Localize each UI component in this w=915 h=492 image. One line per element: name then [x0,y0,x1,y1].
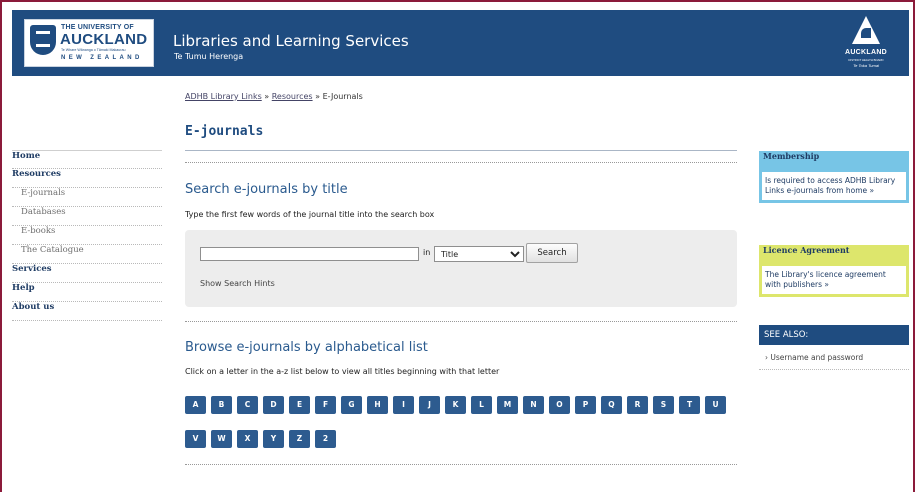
logo-line-4: NEW ZEALAND [61,55,143,61]
nav-item-help[interactable]: Help [12,283,162,302]
licence-link[interactable]: The Library's licence agreement with pub… [762,266,906,294]
nav-item-home[interactable]: Home [12,150,162,169]
journal-search-input[interactable] [200,247,419,261]
search-button[interactable]: Search [526,243,578,263]
adhb-logo[interactable]: AUCKLAND DISTRICT HEALTH BOARD Te Toka T… [833,16,899,72]
licence-title: Licence Agreement [763,245,850,255]
section-divider [185,162,737,163]
username-and-password-link[interactable]: › Username and password [765,353,863,362]
az-letter-y-button[interactable]: Y [263,430,284,448]
az-letter-t-button[interactable]: T [679,396,700,414]
az-letter-m-button[interactable]: M [497,396,518,414]
adhb-logo-name: AUCKLAND [844,49,888,56]
breadcrumb-resources[interactable]: Resources [272,92,313,101]
university-crest-icon [30,25,56,55]
az-letter-f-button[interactable]: F [315,396,336,414]
title-divider [185,150,737,151]
az-letter-2-button[interactable]: 2 [315,430,336,448]
breadcrumb-separator: » [312,92,323,101]
az-letter-c-button[interactable]: C [237,396,258,414]
see-also-divider [759,369,909,370]
az-letter-a-button[interactable]: A [185,396,206,414]
membership-link[interactable]: Is required to access ADHB Library Links… [762,172,906,200]
az-letter-b-button[interactable]: B [211,396,232,414]
membership-box: Membership Is required to access ADHB Li… [759,151,909,203]
breadcrumb-separator: » [261,92,272,101]
page-title: E-journals [185,124,264,139]
az-letter-x-button[interactable]: X [237,430,258,448]
az-letter-z-button[interactable]: Z [289,430,310,448]
az-letter-j-button[interactable]: J [419,396,440,414]
search-heading: Search e-journals by title [185,182,348,197]
az-letter-u-button[interactable]: U [705,396,726,414]
az-letter-l-button[interactable]: L [471,396,492,414]
nav-item-e-books[interactable]: E-books [12,226,162,245]
site-header: THE UNIVERSITY OF AUCKLAND Te Whare Wāna… [12,10,909,76]
adhb-logo-tagline: Te Toka Tumai [853,63,879,68]
section-divider [185,321,737,322]
nav-item-e-journals[interactable]: E-journals [12,188,162,207]
adhb-mark-icon [852,16,880,44]
breadcrumb-adhb-library-links[interactable]: ADHB Library Links [185,92,262,101]
az-letter-o-button[interactable]: O [549,396,570,414]
az-letter-i-button[interactable]: I [393,396,414,414]
search-instructions: Type the first few words of the journal … [185,210,435,219]
az-letter-h-button[interactable]: H [367,396,388,414]
az-letter-d-button[interactable]: D [263,396,284,414]
az-letter-n-button[interactable]: N [523,396,544,414]
az-letter-v-button[interactable]: V [185,430,206,448]
browse-heading: Browse e-journals by alphabetical list [185,340,428,355]
in-label: in [423,248,431,257]
nav-item-services[interactable]: Services [12,264,162,283]
az-letter-q-button[interactable]: Q [601,396,622,414]
az-letter-e-button[interactable]: E [289,396,310,414]
licence-box: Licence Agreement The Library's licence … [759,245,909,297]
az-letter-k-button[interactable]: K [445,396,466,414]
left-navigation: Home Resources E-journals Databases E-books T… [12,150,162,321]
membership-title: Membership [763,151,820,161]
search-field-select[interactable]: Title [434,246,524,262]
section-divider [185,464,737,465]
search-panel: in Title Search Show Search Hints [185,230,737,307]
adhb-logo-sub: DISTRICT HEALTH BOARD [848,58,884,62]
az-letter-s-button[interactable]: S [653,396,674,414]
nav-item-the-catalogue[interactable]: The Catalogue [12,245,162,264]
az-letter-r-button[interactable]: R [627,396,648,414]
breadcrumb: ADHB Library Links » Resources » E-Journ… [185,92,363,101]
nav-item-databases[interactable]: Databases [12,207,162,226]
university-logo[interactable]: THE UNIVERSITY OF AUCKLAND Te Whare Wāna… [24,19,154,67]
logo-line-3: Te Whare Wānanga o Tāmaki Makaurau [61,48,126,52]
browse-instructions: Click on a letter in the a-z list below … [185,367,500,376]
breadcrumb-current: E-Journals [322,92,363,101]
az-letter-w-button[interactable]: W [211,430,232,448]
nav-item-resources[interactable]: Resources [12,169,162,188]
az-list-row-2: VWXYZ2 [185,430,336,448]
logo-line-2: AUCKLAND [60,31,148,48]
see-also-heading: SEE ALSO: [759,325,909,345]
logo-line-1: THE UNIVERSITY OF [61,24,134,31]
az-list-row-1: ABCDEFGHIJKLMNOPQRSTU [185,396,726,414]
site-subtitle: Te Tumu Herenga [174,52,244,61]
nav-item-about-us[interactable]: About us [12,302,162,321]
az-letter-p-button[interactable]: P [575,396,596,414]
az-letter-g-button[interactable]: G [341,396,362,414]
site-title[interactable]: Libraries and Learning Services [173,32,409,50]
show-search-hints-link[interactable]: Show Search Hints [200,279,275,288]
